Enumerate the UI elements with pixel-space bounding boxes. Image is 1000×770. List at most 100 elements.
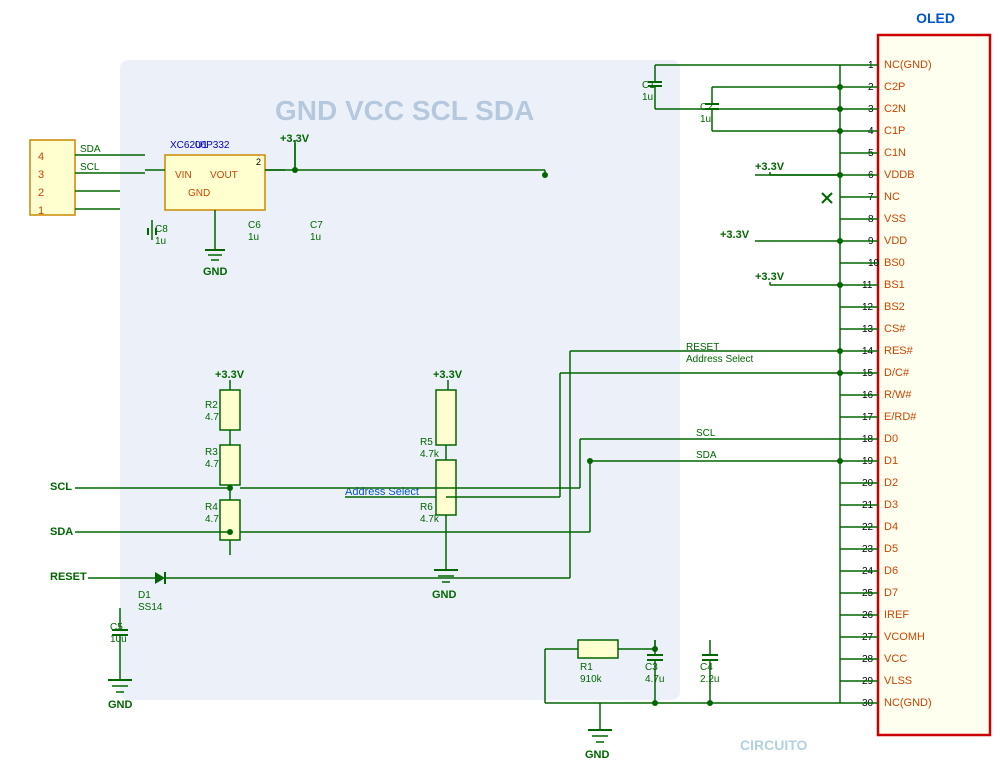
oled-connector-box	[878, 35, 990, 735]
svg-text:VCC: VCC	[884, 653, 907, 665]
svg-text:NC(GND): NC(GND)	[884, 697, 932, 709]
svg-text:3: 3	[38, 169, 44, 181]
c6-component: C6 1u	[248, 220, 261, 243]
svg-text:1u: 1u	[642, 92, 653, 103]
svg-text:R4: R4	[205, 502, 218, 513]
j-vcc-right	[542, 172, 548, 178]
svg-text:SS14: SS14	[138, 602, 163, 613]
svg-text:NC: NC	[884, 191, 900, 203]
svg-text:BS0: BS0	[884, 257, 905, 269]
j-vcc-u1	[292, 167, 298, 173]
svg-text:910k: 910k	[580, 674, 603, 685]
c4-component: C4 2.2u	[700, 640, 719, 703]
svg-text:VOUT: VOUT	[210, 170, 238, 181]
c5-component: C5 10u	[110, 608, 128, 660]
svg-text:RES#: RES#	[884, 345, 914, 357]
svg-text:GND: GND	[188, 188, 210, 199]
svg-text:GND: GND	[108, 699, 133, 711]
schematic-svg: 1 2 3 4 5 6 7 8 9 10 11 12 13 14 15 16 1…	[0, 0, 1000, 770]
scl-junction	[227, 485, 233, 491]
svg-text:2: 2	[256, 157, 261, 167]
svg-text:VDDB: VDDB	[884, 169, 915, 181]
sda-label-pin19: SDA	[696, 450, 717, 461]
schematic-canvas: OLED 1 2 3 4 5 6 7 8 9 10 11 12 13 14 15…	[0, 0, 1000, 770]
svg-text:1u: 1u	[248, 232, 259, 243]
svg-text:1u: 1u	[155, 236, 166, 247]
svg-text:C1N: C1N	[884, 147, 906, 159]
svg-text:E/RD#: E/RD#	[884, 411, 917, 423]
svg-text:D3: D3	[884, 499, 898, 511]
scl-j1-label: SCL	[80, 162, 100, 173]
svg-text:D0: D0	[884, 433, 898, 445]
c7-component: C7 1u	[310, 220, 323, 243]
pin-wires-right	[840, 65, 878, 703]
r4-component: R4 4.7k	[205, 500, 240, 555]
svg-text:XC6206P332: XC6206P332	[170, 140, 230, 151]
r2-component: R2 4.7k	[205, 390, 240, 445]
sda-j1-label: SDA	[80, 144, 101, 155]
svg-text:+3.3V: +3.3V	[755, 271, 785, 283]
r5-component: R5 4.7k	[420, 390, 456, 460]
svg-text:1: 1	[38, 205, 44, 217]
svg-text:VIN: VIN	[175, 170, 192, 181]
svg-text:D7: D7	[884, 587, 898, 599]
svg-text:4: 4	[38, 151, 44, 163]
svg-text:BS2: BS2	[884, 301, 905, 313]
nc-x-mark	[822, 193, 832, 203]
svg-text:VDD: VDD	[884, 235, 907, 247]
sda-junction-2	[587, 458, 593, 464]
svg-text:VSS: VSS	[884, 213, 906, 225]
svg-text:D/C#: D/C#	[884, 367, 910, 379]
svg-text:R/W#: R/W#	[884, 389, 912, 401]
svg-text:C6: C6	[248, 220, 261, 231]
vcc-pullup: +3.3V	[215, 369, 245, 381]
svg-text:C2N: C2N	[884, 103, 906, 115]
svg-text:2: 2	[38, 187, 44, 199]
u1-component: U1 XC6206P332 VIN VOUT GND 2	[145, 140, 285, 230]
svg-text:C7: C7	[310, 220, 323, 231]
scl-net-label: SCL	[50, 481, 72, 493]
vcc-pin11: +3.3V	[755, 271, 843, 288]
d1-component: D1 SS14	[138, 572, 180, 613]
svg-text:VCOMH: VCOMH	[884, 631, 925, 643]
c8-component: C8 1u	[148, 220, 168, 247]
svg-text:R2: R2	[205, 400, 218, 411]
gnd-bottom-center: GND	[432, 535, 458, 601]
svg-text:D5: D5	[884, 543, 898, 555]
svg-text:D4: D4	[884, 521, 898, 533]
address-select-label: Address Select	[686, 354, 753, 365]
svg-text:C2P: C2P	[884, 81, 905, 93]
junction-pin19	[837, 458, 843, 464]
watermark: CIRCUITO	[740, 737, 808, 753]
svg-text:GND: GND	[432, 589, 457, 601]
svg-text:BS1: BS1	[884, 279, 905, 291]
svg-text:1u: 1u	[310, 232, 321, 243]
svg-text:GND: GND	[203, 266, 228, 278]
svg-text:NC(GND): NC(GND)	[884, 59, 932, 71]
gnd-u1: GND	[203, 230, 228, 278]
svg-text:+3.3V: +3.3V	[755, 161, 785, 173]
junction-pin15	[837, 370, 843, 376]
svg-text:C3: C3	[645, 662, 658, 673]
svg-text:GND: GND	[585, 749, 610, 761]
svg-text:IREF: IREF	[884, 609, 909, 621]
svg-text:1u: 1u	[700, 114, 711, 125]
svg-text:CS#: CS#	[884, 323, 906, 335]
sda-net-label: SDA	[50, 526, 73, 538]
svg-text:C1P: C1P	[884, 125, 905, 137]
svg-text:D6: D6	[884, 565, 898, 577]
svg-text:D1: D1	[138, 590, 151, 601]
c3-gnd-junction	[652, 700, 658, 706]
r3-component: R3 4.7k	[205, 445, 240, 505]
sda-junction	[227, 529, 233, 535]
gnd-bottom-left: GND	[108, 660, 133, 711]
junction-pin14	[837, 348, 843, 354]
svg-text:D1: D1	[884, 455, 898, 467]
c2-component: C2 1u	[700, 87, 843, 134]
gnd-bottom-right: GND	[585, 703, 612, 761]
r1-c3-junction	[652, 646, 658, 652]
svg-text:C5: C5	[110, 622, 123, 633]
vcc-addr-sel: +3.3V	[433, 369, 463, 381]
svg-text:R3: R3	[205, 447, 218, 458]
svg-text:C4: C4	[700, 662, 713, 673]
